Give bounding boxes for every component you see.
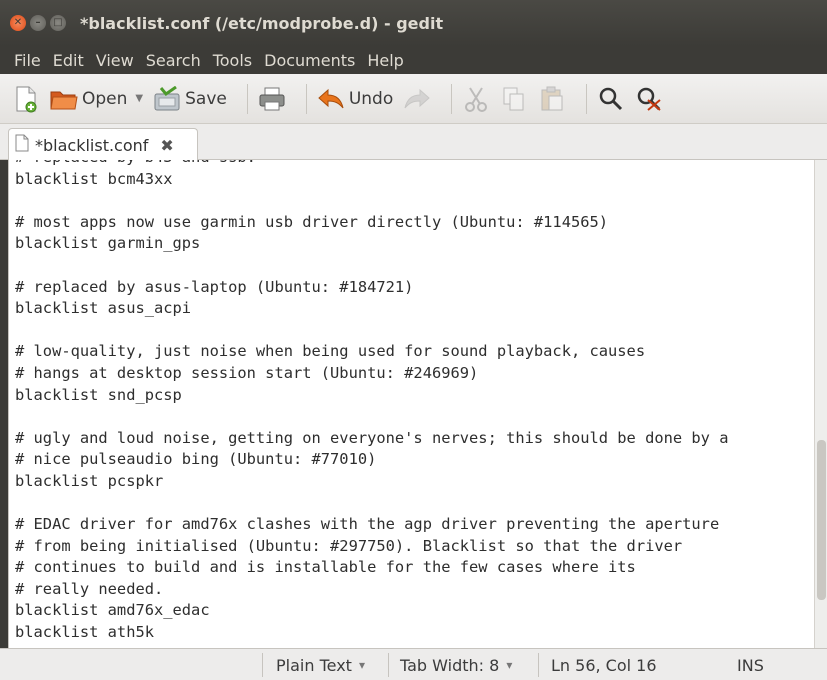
menu-file[interactable]: File — [8, 51, 47, 70]
editor-line[interactable]: # most apps now use garmin usb driver di… — [15, 212, 728, 234]
cursor-position: Ln 56, Col 16 — [551, 655, 657, 675]
redo-button[interactable] — [403, 85, 431, 113]
find-replace-button[interactable] — [635, 85, 663, 113]
folder-icon — [50, 85, 78, 113]
menu-help[interactable]: Help — [361, 51, 409, 70]
editor-content[interactable]: # replaced by b43 and ssb.blacklist bcm4… — [15, 160, 728, 644]
redo-icon — [403, 85, 431, 113]
language-label: Plain Text — [276, 655, 352, 675]
editor-line[interactable] — [15, 255, 728, 277]
cut-icon — [462, 85, 490, 113]
editor-line[interactable]: # ugly and loud noise, getting on everyo… — [15, 428, 728, 450]
toolbar-separator — [246, 83, 248, 114]
editor-line[interactable]: # replaced by asus-laptop (Ubuntu: #1847… — [15, 277, 728, 299]
editor-line[interactable] — [15, 406, 728, 428]
toolbar-separator — [586, 83, 588, 114]
editor-line[interactable]: blacklist ath5k — [15, 622, 728, 644]
window-title: *blacklist.conf (/etc/modprobe.d) - gedi… — [80, 13, 444, 33]
paste-icon — [538, 85, 566, 113]
document-icon — [15, 134, 29, 156]
open-button[interactable]: Open ▼ — [50, 85, 143, 113]
close-window-button[interactable]: ✕ — [10, 15, 26, 31]
toolbar-separator — [305, 83, 307, 114]
editor-line[interactable]: # nice pulseaudio bing (Ubuntu: #77010) — [15, 449, 728, 471]
save-icon — [153, 85, 181, 113]
editor-line[interactable]: blacklist snd_pcsp — [15, 385, 728, 407]
status-separator — [388, 653, 389, 677]
tab-label: *blacklist.conf — [35, 135, 149, 155]
editor-line[interactable]: # from being initialised (Ubuntu: #29775… — [15, 536, 728, 558]
print-button[interactable] — [258, 85, 286, 113]
editor-line[interactable]: # low-quality, just noise when being use… — [15, 341, 728, 363]
editor-line[interactable]: blacklist amd76x_edac — [15, 600, 728, 622]
minimize-window-button[interactable]: – — [30, 15, 46, 31]
text-editor[interactable]: # replaced by b43 and ssb.blacklist bcm4… — [8, 160, 814, 648]
copy-icon — [500, 85, 528, 113]
editor-line[interactable]: # replaced by b43 and ssb. — [15, 160, 728, 169]
editor-line[interactable]: blacklist asus_acpi — [15, 298, 728, 320]
cut-button[interactable] — [462, 85, 490, 113]
editor-line[interactable]: blacklist pcspkr — [15, 471, 728, 493]
toolbar: Open ▼ Save Undo — [0, 74, 827, 124]
editor-line[interactable]: # EDAC driver for amd76x clashes with th… — [15, 514, 728, 536]
editor-line[interactable] — [15, 320, 728, 342]
open-label: Open — [82, 88, 128, 109]
window-controls: ✕ – □ — [10, 15, 66, 31]
insert-mode: INS — [737, 655, 764, 675]
tab-width-label: Tab Width: 8 — [400, 655, 500, 675]
menu-view[interactable]: View — [90, 51, 140, 70]
menu-tools[interactable]: Tools — [207, 51, 258, 70]
chevron-down-icon: ▾ — [358, 658, 365, 672]
vertical-scrollbar[interactable] — [814, 160, 827, 648]
menu-documents[interactable]: Documents — [258, 51, 361, 70]
menu-search[interactable]: Search — [140, 51, 207, 70]
undo-button[interactable]: Undo — [317, 85, 393, 113]
save-button[interactable]: Save — [153, 85, 227, 113]
menu-bar: File Edit View Search Tools Documents He… — [0, 46, 827, 74]
paste-button[interactable] — [538, 85, 566, 113]
toolbar-separator — [451, 83, 453, 114]
chevron-down-icon: ▾ — [506, 658, 513, 672]
undo-label: Undo — [348, 88, 394, 109]
scrollbar-thumb[interactable] — [817, 440, 826, 600]
undo-icon — [317, 85, 345, 113]
editor-line[interactable] — [15, 190, 728, 212]
editor-line[interactable]: blacklist garmin_gps — [15, 233, 728, 255]
find-button[interactable] — [597, 85, 625, 113]
new-document-icon — [12, 85, 40, 113]
status-separator — [262, 653, 263, 677]
document-tab-bar: *blacklist.conf ✖ — [0, 124, 827, 161]
status-bar: Plain Text ▾ Tab Width: 8 ▾ Ln 56, Col 1… — [0, 648, 827, 680]
editor-line[interactable]: # continues to build and is installable … — [15, 557, 728, 579]
language-selector[interactable]: Plain Text ▾ — [276, 649, 365, 680]
search-icon — [597, 85, 625, 113]
editor-line[interactable]: # really needed. — [15, 579, 728, 601]
save-label: Save — [185, 88, 227, 109]
print-icon — [258, 85, 286, 113]
menu-edit[interactable]: Edit — [47, 51, 90, 70]
find-replace-icon — [635, 85, 663, 113]
close-tab-icon[interactable]: ✖ — [160, 136, 173, 155]
tab-blacklist-conf[interactable]: *blacklist.conf ✖ — [8, 128, 198, 161]
editor-line[interactable]: # hangs at desktop session start (Ubuntu… — [15, 363, 728, 385]
editor-line[interactable] — [15, 493, 728, 515]
open-dropdown-icon[interactable]: ▼ — [135, 93, 143, 104]
tab-width-selector[interactable]: Tab Width: 8 ▾ — [400, 649, 512, 680]
status-separator — [538, 653, 539, 677]
editor-line[interactable]: blacklist bcm43xx — [15, 169, 728, 191]
title-bar: ✕ – □ *blacklist.conf (/etc/modprobe.d) … — [0, 0, 827, 46]
new-document-button[interactable] — [12, 85, 40, 113]
maximize-window-button[interactable]: □ — [50, 15, 66, 31]
copy-button[interactable] — [500, 85, 528, 113]
